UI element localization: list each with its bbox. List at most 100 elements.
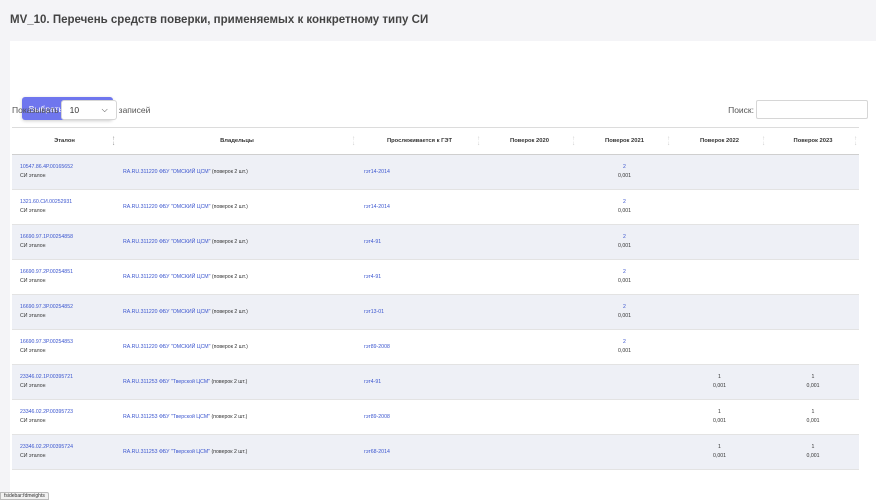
get-link[interactable]: гэт68-2014	[364, 449, 390, 455]
table-row: 1321.60.СИ.00252931 СИ эталон RA.RU.311220…	[12, 189, 859, 225]
cell-2022	[672, 154, 767, 190]
cell-etalon: 16690.97.3Р.00254853 СИ эталон	[12, 329, 117, 365]
cell-2023	[767, 189, 859, 225]
cell-etalon: 23346.02.2Р.00395723 СИ эталон	[12, 399, 117, 435]
search-input[interactable]	[756, 100, 868, 119]
cell-2023: 1 0,001	[767, 364, 859, 400]
length-prefix-label: Показывать	[12, 105, 59, 115]
cell-get: гэт4-91	[357, 259, 482, 295]
cell-owner: RA.RU.311220 ФБУ "ОМСКИЙ ЦСМ" (поверок 2…	[117, 154, 357, 190]
value-2021: 0,001	[618, 243, 631, 249]
column-header-get[interactable]: Прослеживается к ГЭТ ↑ ↓	[357, 127, 482, 155]
cell-get: гэт4-91	[357, 224, 482, 260]
value-2022: 0,001	[713, 418, 726, 424]
count-2021-link[interactable]: 2	[623, 304, 626, 310]
cell-etalon: 16690.97.1Р.00254858 СИ эталон	[12, 224, 117, 260]
page-length-control: Показывать 10 ⌵ записей	[12, 100, 150, 120]
cell-2023	[767, 224, 859, 260]
cell-owner: RA.RU.311220 ФБУ "ОМСКИЙ ЦСМ" (поверок 2…	[117, 329, 357, 365]
column-header-2022[interactable]: Поверок 2022 ↑ ↓	[672, 127, 767, 155]
column-header-2021[interactable]: Поверок 2021 ↑ ↓	[577, 127, 672, 155]
count-2021-link[interactable]: 2	[623, 199, 626, 205]
count-2021-link[interactable]: 2	[623, 269, 626, 275]
get-link[interactable]: гэт89-2008	[364, 414, 390, 420]
owner-link[interactable]: RA.RU.311220 ФБУ "ОМСКИЙ ЦСМ"	[123, 274, 210, 280]
owner-link[interactable]: RA.RU.311220 ФБУ "ОМСКИЙ ЦСМ"	[123, 204, 210, 210]
owner-link[interactable]: RA.RU.311253 ФБУ "Тверской ЦСМ"	[123, 449, 210, 455]
etalon-link[interactable]: 23346.02.2Р.00395724	[20, 444, 73, 450]
etalon-link[interactable]: 23346.02.2Р.00395723	[20, 409, 73, 415]
column-header-etalon[interactable]: Эталон ↑ ↓	[12, 127, 117, 155]
owner-count: (поверок 2 шт.)	[211, 308, 248, 315]
table-row: 23346.02.2Р.00395723 СИ эталон RA.RU.31125…	[12, 399, 859, 435]
owner-link[interactable]: RA.RU.311220 ФБУ "ОМСКИЙ ЦСМ"	[123, 239, 210, 245]
cell-2022	[672, 259, 767, 295]
column-header-2023[interactable]: Поверок 2023 ↑ ↓	[767, 127, 859, 155]
sort-icon: ↑ ↓	[352, 136, 355, 147]
etalon-link[interactable]: 16690.97.3Р.00254852	[20, 304, 73, 310]
etalon-link[interactable]: 16690.97.2Р.00254851	[20, 269, 73, 275]
table-row: 16690.97.2Р.00254851 СИ эталон RA.RU.31122…	[12, 259, 859, 295]
cell-get: гэт89-2008	[357, 399, 482, 435]
value-2021: 0,001	[618, 348, 631, 354]
get-link[interactable]: гэт14-2014	[364, 169, 390, 175]
value-2021: 0,001	[618, 173, 631, 179]
etalon-type: СИ эталон	[20, 383, 46, 389]
cell-2023	[767, 259, 859, 295]
cell-2022: 1 0,001	[672, 364, 767, 400]
count-2021-link[interactable]: 2	[623, 234, 626, 240]
owner-count: (поверок 2 шт.)	[211, 378, 248, 385]
cell-2021	[577, 399, 672, 435]
value-2022: 0,001	[713, 453, 726, 459]
column-header-owners[interactable]: Владельцы ↑ ↓	[117, 127, 357, 155]
sort-icon: ↑ ↓	[477, 136, 480, 147]
get-link[interactable]: гэт13-01	[364, 309, 384, 315]
cell-owner: RA.RU.311220 ФБУ "ОМСКИЙ ЦСМ" (поверок 2…	[117, 259, 357, 295]
cell-2022	[672, 189, 767, 225]
cell-2020	[482, 224, 577, 260]
etalon-link[interactable]: 1321.60.СИ.00252931	[20, 199, 72, 205]
cell-2020	[482, 364, 577, 400]
sort-icon: ↑ ↓	[762, 136, 765, 147]
etalon-link[interactable]: 23346.02.1Р.00395721	[20, 374, 73, 380]
etalon-link[interactable]: 10547.86.4Р.00165652	[20, 164, 73, 170]
value-2022: 0,001	[713, 383, 726, 389]
column-header-2020[interactable]: Поверок 2020 ↑ ↓	[482, 127, 577, 155]
get-link[interactable]: гэт4-91	[364, 239, 381, 245]
etalon-link[interactable]: 16690.97.1Р.00254858	[20, 234, 73, 240]
cell-2020	[482, 154, 577, 190]
owner-link[interactable]: RA.RU.311220 ФБУ "ОМСКИЙ ЦСМ"	[123, 169, 210, 175]
get-link[interactable]: гэт4-91	[364, 274, 381, 280]
value-2023: 0,001	[806, 453, 820, 459]
cell-owner: RA.RU.311253 ФБУ "Тверской ЦСМ" (поверок…	[117, 399, 357, 435]
owner-count: (поверок 2 шт.)	[211, 168, 248, 175]
get-link[interactable]: гэт4-91	[364, 379, 381, 385]
etalon-type: СИ эталон	[20, 418, 46, 424]
get-link[interactable]: гэт14-2014	[364, 204, 390, 210]
cell-2022	[672, 329, 767, 365]
owner-link[interactable]: RA.RU.311253 ФБУ "Тверской ЦСМ"	[123, 379, 210, 385]
count-2022: 1	[718, 409, 721, 415]
count-2021-link[interactable]: 2	[623, 164, 626, 170]
owner-link[interactable]: RA.RU.311253 ФБУ "Тверской ЦСМ"	[123, 414, 210, 420]
table-row: 23346.02.1Р.00395721 СИ эталон RA.RU.31125…	[12, 364, 859, 400]
count-2023: 1	[811, 444, 815, 450]
etalon-type: СИ эталон	[20, 313, 46, 319]
value-2023: 0,001	[806, 383, 820, 389]
count-2022: 1	[718, 374, 721, 380]
page-length-select[interactable]: 10 ⌵	[60, 100, 117, 120]
cell-2022	[672, 224, 767, 260]
etalon-type: СИ эталон	[20, 278, 46, 284]
page-length-value: 10	[69, 105, 80, 115]
count-2021-link[interactable]: 2	[623, 339, 626, 345]
owner-link[interactable]: RA.RU.311220 ФБУ "ОМСКИЙ ЦСМ"	[123, 309, 210, 315]
owner-link[interactable]: RA.RU.311220 ФБУ "ОМСКИЙ ЦСМ"	[123, 344, 210, 350]
table-header-row: Эталон ↑ ↓ Владельцы ↑ ↓ Прослеживается к ГЭ…	[12, 127, 859, 155]
etalon-link[interactable]: 16690.97.3Р.00254853	[20, 339, 73, 345]
table-row: 10547.86.4Р.00165652 СИ эталон RA.RU.31122…	[12, 154, 859, 190]
cell-2023: 1 0,001	[767, 434, 859, 470]
cell-owner: RA.RU.311220 ФБУ "ОМСКИЙ ЦСМ" (поверок 2…	[117, 224, 357, 260]
get-link[interactable]: гэт89-2008	[364, 344, 390, 350]
value-2021: 0,001	[618, 313, 631, 319]
value-2021: 0,001	[618, 208, 631, 214]
